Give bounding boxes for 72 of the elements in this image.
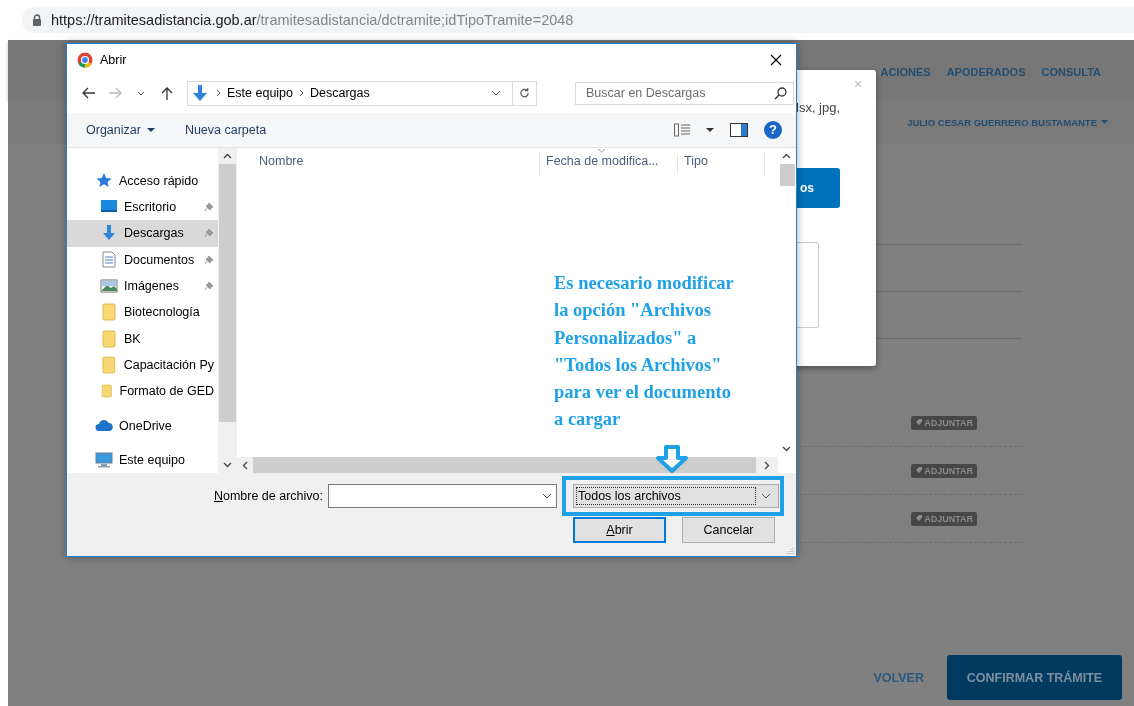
column-header[interactable]: Fecha de modifica... <box>540 153 678 174</box>
column-header[interactable]: Tipo <box>678 153 765 174</box>
annotation-text: Es necesario modificar la opción "Archivos Personalizados" a "Todos los Archivos" para ver el documento a cargar <box>554 272 734 432</box>
caret-icon <box>1101 120 1108 124</box>
organize-button[interactable]: Organizar <box>86 122 155 137</box>
chevron-icon <box>299 89 305 98</box>
breadcrumb-item[interactable]: Este equipo <box>227 86 294 101</box>
open-button[interactable]: Abrir <box>573 517 666 543</box>
breadcrumb-item[interactable]: Descargas <box>310 86 370 101</box>
nav-item[interactable]: Biotecnología <box>67 299 218 326</box>
chevron-down-icon <box>137 90 145 96</box>
back-arrow-icon <box>82 87 96 100</box>
address-box[interactable]: Este equipo Descargas <box>187 80 537 106</box>
preview-pane-icon[interactable] <box>730 122 748 137</box>
search-icon <box>774 86 787 100</box>
tag-icon <box>915 419 923 426</box>
down-arrow-icon <box>655 445 689 473</box>
nav-item[interactable]: OneDrive <box>67 412 218 439</box>
close-icon <box>770 53 782 66</box>
scrollbar-thumb[interactable] <box>780 163 795 186</box>
folder-icon <box>100 329 118 348</box>
modal-text: lsx, jpg, <box>796 100 841 115</box>
up-arrow-icon <box>161 86 173 101</box>
scroll-down-icon[interactable] <box>782 446 791 452</box>
column-header[interactable]: Nombre <box>237 153 540 174</box>
file-type-dropdown[interactable]: Todos los archivos <box>573 484 779 508</box>
nav-item[interactable]: Capacitación Py <box>67 351 218 379</box>
nav-item[interactable]: Imágenes <box>67 272 218 300</box>
help-button[interactable]: ? <box>764 120 782 139</box>
chevron-down-icon <box>761 493 771 499</box>
new-folder-button[interactable]: Nueva carpeta <box>184 122 267 137</box>
nav-item[interactable]: Acceso rápido <box>67 167 218 195</box>
forward-arrow-icon <box>108 87 122 100</box>
filename-field[interactable] <box>328 484 557 508</box>
scroll-up-icon[interactable] <box>223 152 232 159</box>
star-icon <box>95 171 113 190</box>
scroll-right-icon[interactable] <box>764 460 770 470</box>
refresh-icon <box>519 87 530 100</box>
scroll-left-icon[interactable] <box>242 460 248 470</box>
chevron-down-icon <box>491 90 501 97</box>
folder-icon <box>100 355 118 374</box>
chevron-icon <box>216 89 221 98</box>
nav-item[interactable]: Escritorio <box>67 194 218 221</box>
scrollbar-thumb[interactable] <box>253 457 756 473</box>
caret-icon <box>146 127 155 132</box>
nav-item[interactable]: Documentos <box>67 246 218 273</box>
confirm-button[interactable]: CONFIRMAR TRÁMITE <box>947 655 1122 700</box>
cancel-button[interactable]: Cancelar <box>682 517 775 543</box>
scroll-up-icon[interactable] <box>782 152 791 159</box>
picture-icon <box>100 277 118 296</box>
document-icon <box>100 250 118 269</box>
scroll-down-icon[interactable] <box>223 462 232 468</box>
nav-item[interactable]: Descargas <box>67 220 218 247</box>
caret-icon[interactable] <box>706 127 714 132</box>
tag-icon <box>915 467 923 474</box>
nav-item[interactable]: Formato de GED <box>67 378 218 405</box>
chevron-down-icon <box>542 493 552 499</box>
view-icon[interactable] <box>674 122 690 137</box>
nav-item[interactable]: Este equipo <box>67 446 218 473</box>
dialog-title: Abrir <box>100 52 128 67</box>
computer-icon <box>95 450 113 469</box>
folder-icon <box>100 303 118 322</box>
app-logo-icon <box>77 51 93 68</box>
scrollbar-thumb[interactable] <box>219 163 236 422</box>
sort-icon <box>597 147 606 153</box>
search-field[interactable]: Buscar en Descargas <box>575 81 794 105</box>
tag-icon <box>915 515 923 522</box>
nav-item[interactable]: BK <box>67 325 218 352</box>
filename-label: Nombre de archivo: <box>212 489 324 503</box>
folder-icon <box>100 382 114 401</box>
lock-icon <box>32 14 42 26</box>
resize-grip-icon[interactable] <box>786 546 794 554</box>
